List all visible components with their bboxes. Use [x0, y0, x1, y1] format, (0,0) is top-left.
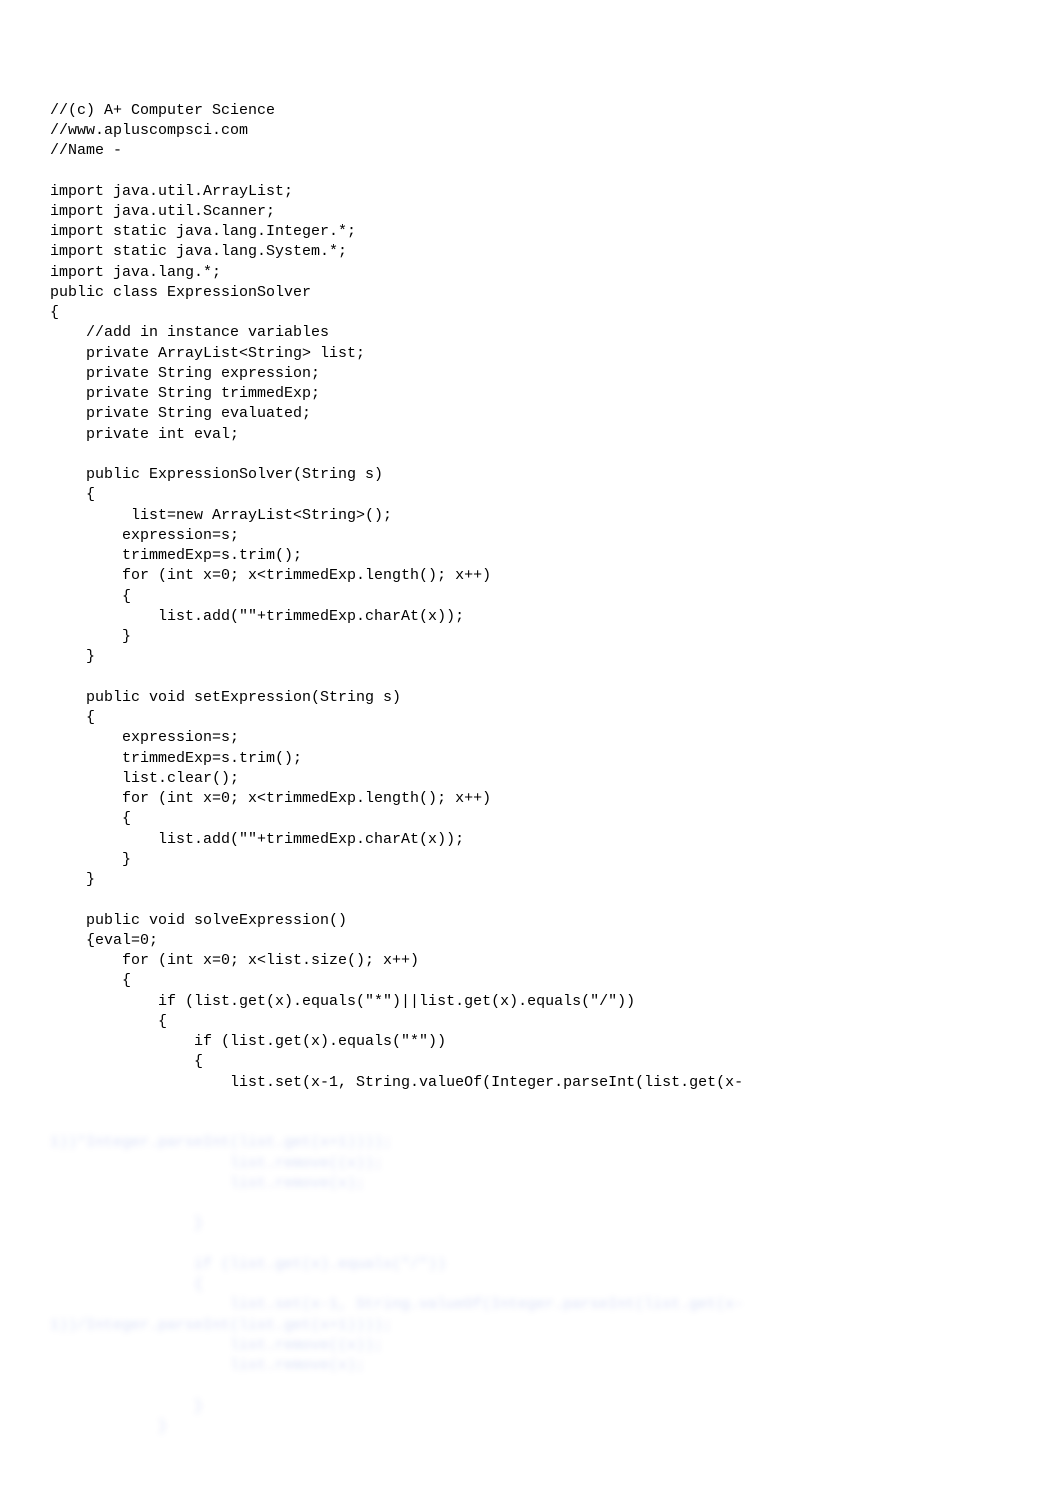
code-line: list.add(""+trimmedExp.charAt(x));: [50, 830, 1012, 850]
code-line: //www.apluscompsci.com: [50, 121, 1012, 141]
code-line: public ExpressionSolver(String s): [50, 465, 1012, 485]
blurred-code-line: list.remove(x);: [50, 1174, 1012, 1194]
code-line: public void solveExpression(): [50, 911, 1012, 931]
code-line: {: [50, 587, 1012, 607]
code-line: private ArrayList<String> list;: [50, 344, 1012, 364]
blurred-code-line: list.remove((x));: [50, 1154, 1012, 1174]
code-line: expression=s;: [50, 526, 1012, 546]
blurred-code-line: [50, 1235, 1012, 1255]
code-line: {eval=0;: [50, 931, 1012, 951]
blurred-code-line: list.remove(x);: [50, 1356, 1012, 1376]
code-line: list=new ArrayList<String>();: [50, 506, 1012, 526]
code-line: import java.lang.*;: [50, 263, 1012, 283]
code-line: {: [50, 809, 1012, 829]
code-line: for (int x=0; x<trimmedExp.length(); x++…: [50, 566, 1012, 586]
code-line: public class ExpressionSolver: [50, 283, 1012, 303]
code-line: private int eval;: [50, 425, 1012, 445]
code-line: //Name -: [50, 141, 1012, 161]
code-line: [50, 161, 1012, 181]
code-line: }: [50, 647, 1012, 667]
code-line: if (list.get(x).equals("*")||list.get(x)…: [50, 992, 1012, 1012]
code-line: import static java.lang.Integer.*;: [50, 222, 1012, 242]
code-line: if (list.get(x).equals("*")): [50, 1032, 1012, 1052]
blurred-code-line: }: [50, 1417, 1012, 1437]
code-line: }: [50, 850, 1012, 870]
code-line: {: [50, 1012, 1012, 1032]
code-line: }: [50, 870, 1012, 890]
code-line: }: [50, 627, 1012, 647]
blurred-code-line: {: [50, 1275, 1012, 1295]
code-line: [50, 890, 1012, 910]
code-line: list.set(x-1, String.valueOf(Integer.par…: [50, 1073, 1012, 1093]
blurred-code-line: 1))*Integer.parseInt(list.get(x+1))));: [50, 1133, 1012, 1153]
blurred-code-line: [50, 1194, 1012, 1214]
code-line: //add in instance variables: [50, 323, 1012, 343]
code-line: {: [50, 971, 1012, 991]
blurred-code-line: list.remove((x));: [50, 1336, 1012, 1356]
blurred-preview-block: 1))*Integer.parseInt(list.get(x+1)))); l…: [50, 1133, 1012, 1437]
code-line: trimmedExp=s.trim();: [50, 546, 1012, 566]
code-line: private String expression;: [50, 364, 1012, 384]
code-line: list.add(""+trimmedExp.charAt(x));: [50, 607, 1012, 627]
blurred-code-line: 1))/Integer.parseInt(list.get(x+1))));: [50, 1316, 1012, 1336]
code-line: public void setExpression(String s): [50, 688, 1012, 708]
code-line: list.clear();: [50, 769, 1012, 789]
code-line: import static java.lang.System.*;: [50, 242, 1012, 262]
code-line: {: [50, 708, 1012, 728]
code-line: {: [50, 1052, 1012, 1072]
blurred-code-line: }: [50, 1397, 1012, 1417]
code-line: [50, 668, 1012, 688]
code-line: private String evaluated;: [50, 404, 1012, 424]
code-line: expression=s;: [50, 728, 1012, 748]
code-document: //(c) A+ Computer Science//www.apluscomp…: [0, 0, 1062, 1507]
code-line: {: [50, 303, 1012, 323]
source-code-block: //(c) A+ Computer Science//www.apluscomp…: [50, 101, 1012, 1093]
code-line: for (int x=0; x<trimmedExp.length(); x++…: [50, 789, 1012, 809]
blurred-code-line: [50, 1376, 1012, 1396]
code-line: //(c) A+ Computer Science: [50, 101, 1012, 121]
blurred-code-line: }: [50, 1214, 1012, 1234]
code-line: private String trimmedExp;: [50, 384, 1012, 404]
code-line: {: [50, 485, 1012, 505]
blurred-code-line: if (list.get(x).equals("/")): [50, 1255, 1012, 1275]
code-line: import java.util.Scanner;: [50, 202, 1012, 222]
code-line: [50, 445, 1012, 465]
code-line: for (int x=0; x<list.size(); x++): [50, 951, 1012, 971]
code-line: import java.util.ArrayList;: [50, 182, 1012, 202]
blurred-code-line: list.set(x-1, String.valueOf(Integer.par…: [50, 1295, 1012, 1315]
code-line: trimmedExp=s.trim();: [50, 749, 1012, 769]
